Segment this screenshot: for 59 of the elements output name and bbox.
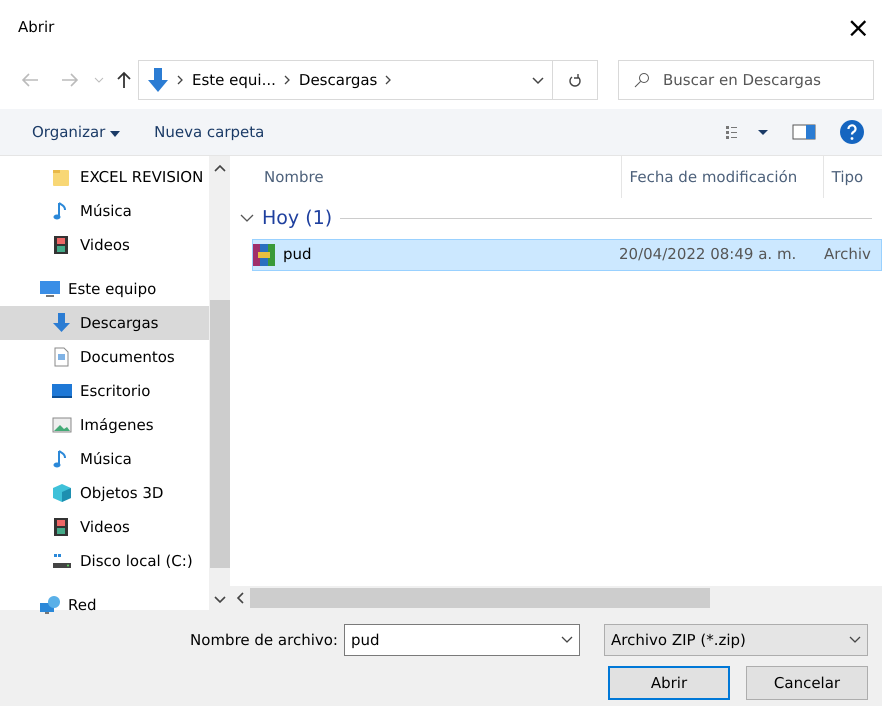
archive-icon [253,244,275,266]
refresh-icon [568,72,582,89]
chevron-down-icon [849,636,861,644]
column-header[interactable]: Fecha de modificación [620,156,823,198]
sidebar-item[interactable]: Música [0,194,210,228]
close-button[interactable]: × [842,14,874,42]
sidebar-item[interactable]: EXCEL REVISION [0,160,210,194]
download-arrow-icon [52,313,72,333]
file-name-label: Nombre de archivo: [190,630,338,651]
refresh-button[interactable] [553,60,598,100]
scrollbar-thumb[interactable] [210,300,230,568]
preview-pane-icon[interactable] [792,124,816,140]
scroll-left-icon[interactable] [236,592,244,604]
file-date: 20/04/2022 08:49 a. m. [619,244,798,266]
network-icon [40,595,60,615]
sidebar-item[interactable]: Videos [0,228,210,262]
up-arrow-icon[interactable] [116,71,132,89]
sidebar-item[interactable]: Disco local (C:) [0,544,210,578]
file-row[interactable]: pud 20/04/2022 08:49 a. m. Archiv [252,238,882,270]
chevron-down-icon [561,636,573,644]
caret-icon [110,130,120,137]
file-type-dropdown[interactable]: Archivo ZIP (*.zip) [604,624,868,656]
column-header[interactable]: Nombre [256,156,621,198]
hard-drive-icon [52,551,72,571]
file-name: pud [283,244,312,266]
file-name-field[interactable]: pud [344,624,580,656]
search-icon [634,72,650,88]
breadcrumb-item[interactable]: Este equi... [192,68,276,92]
sidebar-item[interactable]: Videos [0,510,210,544]
sidebar-item[interactable]: Escritorio [0,374,210,408]
new-folder-button[interactable]: Nueva carpeta [144,116,274,148]
search-field[interactable]: Buscar en Descargas [618,60,874,100]
scroll-down-icon[interactable] [214,596,226,604]
sidebar-item[interactable]: Documentos [0,340,210,374]
help-icon[interactable] [840,120,864,144]
monitor-icon [40,279,60,299]
view-options-icon[interactable] [726,125,768,139]
image-icon [52,415,72,435]
cube-icon [52,483,72,503]
download-arrow-icon [147,68,169,92]
breadcrumb-item[interactable]: Descargas [298,68,378,92]
sidebar-item[interactable]: Descargas [0,306,210,340]
scroll-up-icon[interactable] [214,164,226,172]
scrollbar-thumb[interactable] [250,588,710,608]
sidebar-item[interactable]: Objetos 3D [0,476,210,510]
sidebar-item[interactable]: Red [0,588,210,622]
group-header[interactable]: Hoy (1) [262,204,332,232]
address-bar[interactable]: Este equi... Descargas [138,60,553,100]
sidebar-item[interactable]: Imágenes [0,408,210,442]
cancel-button[interactable]: Cancelar [746,666,868,700]
desktop-icon [52,381,72,401]
organize-menu-button[interactable]: Organizar [22,116,130,148]
folder-icon [52,167,72,187]
file-type: Archiv [824,244,871,266]
column-header[interactable]: Tipo [822,156,882,198]
sidebar-item[interactable]: Música [0,442,210,476]
sidebar-item[interactable]: Este equipo [0,272,210,306]
window-title: Abrir [18,17,54,38]
open-button[interactable]: Abrir [608,666,730,700]
